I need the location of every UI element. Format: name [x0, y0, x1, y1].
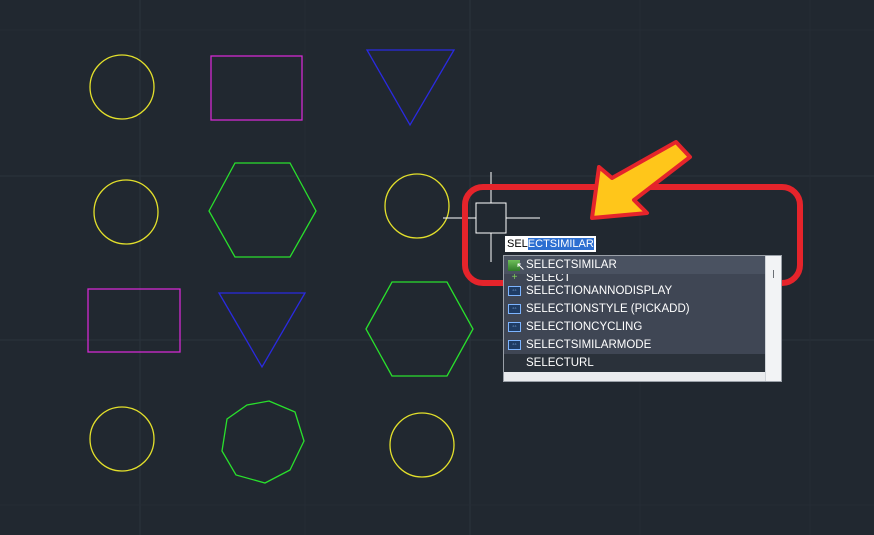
- suggestion-item-selectsimilar[interactable]: ↖ SELECTSIMILAR: [504, 256, 766, 274]
- circle-shape[interactable]: [89, 54, 155, 120]
- autocomplete-dropdown[interactable]: ↖ SELECTSIMILAR + SELECT ◦◦ SELECTIONANN…: [503, 255, 782, 382]
- circle-shape[interactable]: [389, 412, 455, 478]
- arrow-icon: [590, 140, 692, 220]
- suggestion-label: SELECTURL: [526, 357, 594, 369]
- suggestion-label: SELECTIONCYCLING: [526, 321, 643, 333]
- suggestion-item-select[interactable]: + SELECT: [504, 274, 766, 282]
- plus-icon: +: [511, 274, 518, 282]
- triangle-shape[interactable]: [365, 49, 456, 127]
- suggestion-item-selectioncycling[interactable]: ◦◦ SELECTIONCYCLING: [504, 318, 766, 336]
- hexagon-shape[interactable]: [365, 281, 474, 377]
- suggestion-label: SELECTIONANNODISPLAY: [526, 285, 673, 297]
- sysvar-icon: ◦◦: [508, 304, 521, 314]
- circle-shape[interactable]: [89, 406, 155, 472]
- suggestion-item-selectionannodisplay[interactable]: ◦◦ SELECTIONANNODISPLAY: [504, 282, 766, 300]
- scroll-thumb[interactable]: [773, 270, 774, 278]
- heptagon-shape[interactable]: [221, 400, 305, 484]
- suggestion-label: SELECTSIMILAR: [526, 259, 617, 271]
- suggestion-label: SELECTSIMILARMODE: [526, 339, 652, 351]
- command-input[interactable]: SELECTSIMILAR: [505, 236, 596, 252]
- autocomplete-text: ECTSIMILAR: [527, 238, 594, 250]
- sysvar-icon: ◦◦: [508, 340, 521, 350]
- triangle-shape[interactable]: [217, 292, 307, 369]
- hexagon-shape[interactable]: [208, 162, 317, 258]
- suggestion-label: SELECT: [526, 274, 571, 282]
- sysvar-icon: ◦◦: [508, 286, 521, 296]
- suggestion-item-selecturl[interactable]: SELECTURL: [504, 354, 766, 372]
- suggestion-label: SELECTIONSTYLE (PICKADD): [526, 303, 690, 315]
- rectangle-shape[interactable]: [210, 55, 303, 121]
- sysvar-icon: ◦◦: [508, 322, 521, 332]
- circle-shape[interactable]: [93, 179, 159, 245]
- dropdown-scrollbar[interactable]: [765, 256, 781, 381]
- suggestion-item-selectionstyle[interactable]: ◦◦ SELECTIONSTYLE (PICKADD): [504, 300, 766, 318]
- circle-shape[interactable]: [384, 173, 450, 239]
- typed-text: SEL: [507, 238, 528, 250]
- suggestion-item-selectsimilarmode[interactable]: ◦◦ SELECTSIMILARMODE: [504, 336, 766, 354]
- rectangle-shape[interactable]: [87, 288, 181, 353]
- suggestion-list: ↖ SELECTSIMILAR + SELECT ◦◦ SELECTIONANN…: [504, 256, 766, 381]
